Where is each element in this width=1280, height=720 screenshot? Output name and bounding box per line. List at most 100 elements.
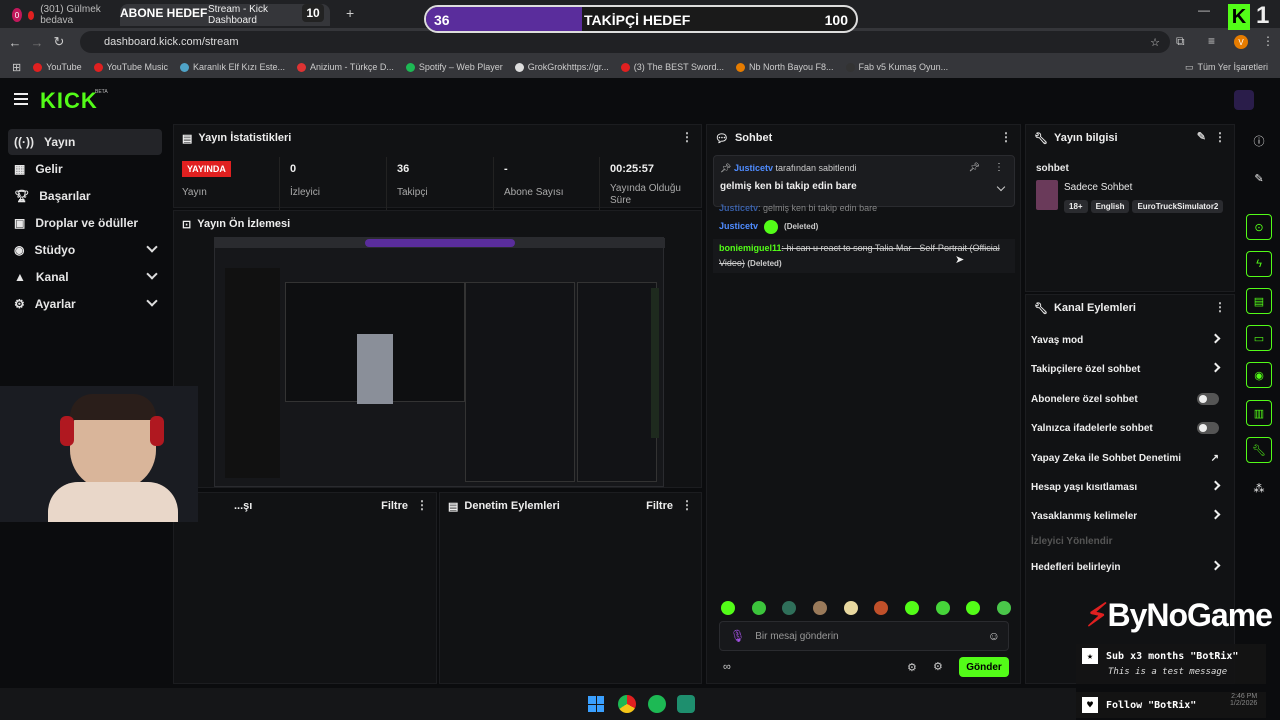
wrench-icon[interactable]: 🔧︎ bbox=[1246, 437, 1272, 463]
hamburger-menu-icon[interactable] bbox=[14, 93, 28, 105]
sidebar-item-gelir[interactable]: ▦ Gelir bbox=[8, 156, 162, 182]
anizium-icon bbox=[297, 62, 307, 72]
bookmark-item[interactable]: GrokGrokhttps://gr... bbox=[509, 62, 615, 72]
kick-logo[interactable]: KICK bbox=[40, 88, 98, 114]
chat-bubble-icon[interactable]: ▭ bbox=[1246, 325, 1272, 351]
profile-avatar[interactable]: V bbox=[1234, 35, 1248, 49]
followers-only-row[interactable]: Takipçilere özel sohbet bbox=[1031, 359, 1227, 379]
emote-icon[interactable] bbox=[874, 601, 889, 615]
set-goals-row[interactable]: Hedefleri belirleyin bbox=[1031, 557, 1227, 577]
more-options-icon[interactable]: ⋮ bbox=[416, 498, 428, 512]
slow-mode-row[interactable]: Yavaş mod bbox=[1031, 330, 1227, 350]
all-bookmarks[interactable]: ▭ Tüm Yer İşaretleri bbox=[1179, 62, 1274, 73]
subscribers-only-toggle[interactable] bbox=[1197, 393, 1219, 405]
more-options-icon[interactable]: ⋮ bbox=[1214, 300, 1226, 314]
emote-icon[interactable] bbox=[904, 601, 919, 615]
emote-icon[interactable] bbox=[966, 601, 981, 615]
reload-icon[interactable]: ↻ bbox=[48, 34, 70, 50]
emoji-icon[interactable]: ☺ bbox=[988, 629, 1000, 643]
extensions-icon[interactable]: ⧉ bbox=[1176, 34, 1185, 49]
emote-only-toggle[interactable] bbox=[1197, 422, 1219, 434]
gear-icon[interactable]: ⚙ bbox=[907, 661, 917, 674]
lightning-icon[interactable]: ϟ bbox=[1246, 251, 1272, 277]
emote-icon[interactable] bbox=[935, 601, 950, 615]
sidebar-item-kanal[interactable]: ▲ Kanal bbox=[8, 264, 162, 290]
broadcast-icon[interactable]: ◉ bbox=[1246, 362, 1272, 388]
tag[interactable]: EuroTruckSimulator2 bbox=[1132, 200, 1224, 213]
filter-button[interactable]: Filtre bbox=[381, 500, 408, 512]
edit-icon[interactable]: ✎ bbox=[1197, 130, 1206, 143]
chrome-icon[interactable] bbox=[618, 695, 636, 713]
url-field[interactable]: dashboard.kick.com/stream ☆ bbox=[80, 31, 1170, 53]
external-link-icon: ↗ bbox=[1210, 452, 1219, 464]
bookmark-item[interactable]: (3) The BEST Sword... bbox=[615, 62, 730, 72]
bookmark-item[interactable]: Nb North Bayou F8... bbox=[730, 62, 840, 72]
bookmark-star-icon[interactable]: ☆ bbox=[1150, 36, 1160, 49]
media-control-icon[interactable]: ≡ bbox=[1208, 34, 1215, 48]
bookmark-item[interactable]: Spotify – Web Player bbox=[400, 62, 509, 72]
send-button[interactable]: Gönder bbox=[959, 657, 1009, 677]
clipboard-icon[interactable]: ▤ bbox=[1246, 288, 1272, 314]
tag[interactable]: 18+ bbox=[1064, 200, 1088, 213]
sidebar-item-ayarlar[interactable]: ⚙ Ayarlar bbox=[8, 291, 162, 317]
emote-icon[interactable] bbox=[996, 601, 1011, 615]
emote-icon[interactable] bbox=[782, 601, 797, 615]
stream-preview-video[interactable] bbox=[214, 237, 665, 487]
ai-moderation-row[interactable]: Yapay Zeka ile Sohbet Denetimi ↗ bbox=[1031, 448, 1227, 468]
beta-label: BETA bbox=[95, 89, 108, 95]
emote-icon[interactable] bbox=[721, 601, 735, 615]
sidebar-item-yayin[interactable]: ((·)) Yayın bbox=[8, 129, 162, 155]
windows-start-icon[interactable] bbox=[588, 696, 604, 712]
bookmark-item[interactable]: YouTube Music bbox=[88, 62, 174, 72]
bookmark-item[interactable]: Fab v5 Kumaş Oyun... bbox=[840, 62, 955, 72]
sidebar-item-label: Yayın bbox=[43, 135, 76, 149]
studio-icon: ◉ bbox=[14, 243, 25, 257]
info-icon[interactable]: ⓘ bbox=[1246, 128, 1272, 154]
back-icon[interactable]: ← bbox=[4, 35, 26, 50]
chat-username[interactable]: boniemiguel11 bbox=[719, 243, 782, 253]
chat-input[interactable]: 🎙︎ Bir mesaj gönderin ☺ bbox=[719, 621, 1009, 651]
emote-icon[interactable] bbox=[751, 601, 766, 615]
apps-icon[interactable]: ⁂ bbox=[1246, 475, 1272, 501]
tab-youtube[interactable]: 0 (301) Gülmek bedava bbox=[4, 4, 116, 26]
corner-number: 1 bbox=[1256, 2, 1270, 29]
unpin-icon[interactable]: 📌︎ bbox=[969, 162, 980, 173]
chevron-down-icon[interactable] bbox=[996, 182, 1006, 192]
emote-icon[interactable] bbox=[843, 601, 858, 615]
bookmark-item[interactable]: Karanlık Elf Kızı Este... bbox=[174, 62, 291, 72]
browser-menu-icon[interactable]: ⋮ bbox=[1262, 34, 1274, 48]
filter-button[interactable]: Filtre bbox=[646, 500, 673, 512]
sidebar-item-studyo[interactable]: ◉ Stüdyo bbox=[8, 237, 162, 263]
sidebar-item-basarilar[interactable]: 🏆︎ Başarılar bbox=[8, 183, 162, 209]
user-avatar[interactable] bbox=[1234, 90, 1254, 110]
minimize-icon[interactable]: — bbox=[1198, 3, 1210, 17]
more-options-icon[interactable]: ⋮ bbox=[1214, 130, 1226, 144]
infinity-icon[interactable]: ∞ bbox=[723, 661, 731, 673]
banned-words-row[interactable]: Yasaklanmış kelimeler bbox=[1031, 506, 1227, 526]
account-age-row[interactable]: Hesap yaşı kısıtlaması bbox=[1031, 477, 1227, 497]
more-options-icon[interactable]: ⋮ bbox=[681, 498, 693, 512]
edit-icon[interactable]: ✎ bbox=[1246, 165, 1272, 191]
pinned-message[interactable]: 📌︎ Justicetv tarafından sabitlendi 📌︎ ⋮ … bbox=[713, 155, 1015, 207]
more-options-icon[interactable]: ⋮ bbox=[994, 162, 1004, 173]
emote-icon[interactable] bbox=[812, 601, 827, 615]
apps-grid-icon[interactable]: ⊞ bbox=[6, 61, 27, 74]
layout-icon[interactable]: ▥ bbox=[1246, 400, 1272, 426]
alert-subtext: This is a test message bbox=[1108, 667, 1228, 677]
bookmark-item[interactable]: Anizium - Türkçe D... bbox=[291, 62, 400, 72]
app-icon[interactable] bbox=[677, 695, 695, 713]
pinned-username[interactable]: Justicetv bbox=[734, 163, 773, 173]
more-options-icon[interactable]: ⋮ bbox=[681, 130, 693, 144]
tag[interactable]: English bbox=[1090, 200, 1130, 213]
chat-username[interactable]: Justicetv bbox=[719, 219, 758, 234]
capture-icon[interactable]: ⊙ bbox=[1246, 214, 1272, 240]
category-name[interactable]: Sadece Sohbet bbox=[1064, 182, 1132, 193]
chat-username[interactable]: Justicetv bbox=[719, 203, 758, 213]
bot-icon[interactable]: ⚙ bbox=[933, 660, 943, 673]
more-options-icon[interactable]: ⋮ bbox=[1000, 130, 1012, 144]
sidebar-item-droplar[interactable]: ▣ Droplar ve ödüller bbox=[8, 210, 162, 236]
spotify-icon[interactable] bbox=[648, 695, 666, 713]
forward-icon[interactable]: → bbox=[26, 35, 48, 50]
new-tab-icon[interactable]: + bbox=[346, 5, 354, 21]
bookmark-item[interactable]: YouTube bbox=[27, 62, 87, 72]
